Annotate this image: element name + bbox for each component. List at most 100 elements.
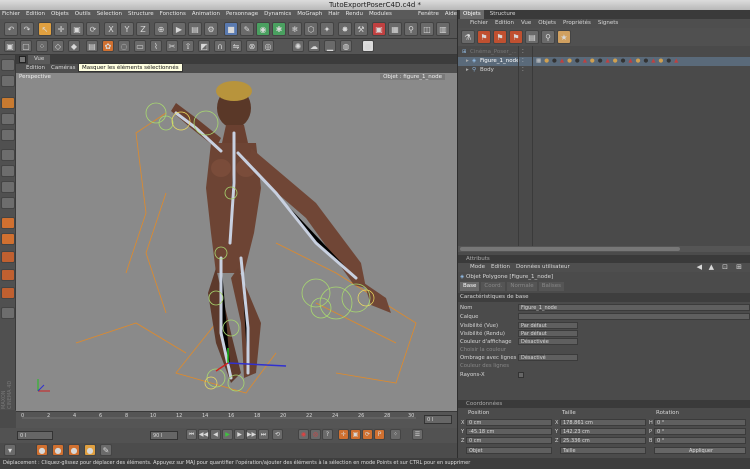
selection-tag-icon[interactable]: ▲	[606, 57, 610, 66]
scale-icon[interactable]: ▣	[70, 22, 84, 36]
menu-animation[interactable]: Animation	[192, 10, 220, 19]
viewport-menu-edition[interactable]: Edition	[26, 64, 45, 73]
material-tag-icon[interactable]: ●	[621, 57, 626, 66]
material-tag-icon[interactable]: ●	[636, 57, 641, 66]
size-z-field[interactable]: 25.336 cm	[560, 437, 646, 444]
visibility-dots-icon[interactable]: ⁚	[522, 66, 524, 75]
material-tag-icon[interactable]: ●	[567, 57, 572, 66]
view-single-icon[interactable]	[1, 59, 15, 71]
material-tag-icon[interactable]: ●	[659, 57, 664, 66]
tab-coord[interactable]: Coord.	[481, 282, 506, 291]
size-y-field[interactable]: 142.23 cm	[560, 428, 646, 435]
magnet-icon[interactable]: ∩	[214, 40, 226, 52]
lasso-select-icon[interactable]: ⌇	[150, 40, 162, 52]
snap-icon[interactable]: ⚲	[404, 22, 418, 36]
position-y-field[interactable]: -45.18 cm	[466, 428, 552, 435]
menu-fenetre[interactable]: Fenêtre	[418, 10, 439, 19]
keyframe-sel-icon[interactable]: ?	[322, 429, 333, 440]
bookmark-icon[interactable]: ★	[557, 30, 571, 44]
menu-mograph[interactable]: MoGraph	[297, 10, 322, 19]
brush-icon[interactable]	[1, 251, 15, 263]
object-list[interactable]: ⊞ Cinéma_Poser_... ⁚ ▸ ◈ Figure_1_node ⁚…	[458, 46, 750, 246]
tag-icon[interactable]: ⚑	[477, 30, 491, 44]
prev-frame-icon[interactable]: ◀	[210, 429, 221, 440]
make-editable-icon[interactable]	[1, 97, 15, 109]
selection-tag-icon[interactable]: ▲	[583, 57, 587, 66]
redo-icon[interactable]: ↷	[20, 22, 34, 36]
menu-hair[interactable]: Hair	[328, 10, 339, 19]
material-tag-icon[interactable]: ●	[643, 57, 648, 66]
workplane-tool-icon[interactable]	[1, 197, 15, 209]
render-view-icon[interactable]: ▶	[172, 22, 186, 36]
menu-outils[interactable]: Outils	[75, 10, 91, 19]
object-mode-icon[interactable]: ▢	[20, 40, 32, 52]
size-x-field[interactable]: 178.861 cm	[560, 419, 646, 426]
horizontal-scrollbar[interactable]	[458, 246, 750, 252]
bone-icon[interactable]: ⚒	[354, 22, 368, 36]
point-mode-icon[interactable]: ⁘	[36, 40, 48, 52]
rotation-p-field[interactable]: 0 °	[654, 428, 746, 435]
loop-icon[interactable]: ⟲	[272, 429, 283, 440]
material-edit-icon[interactable]: ✎	[100, 444, 112, 456]
layout-icon[interactable]: ▦	[388, 22, 402, 36]
menu-objets[interactable]: Objets	[51, 10, 69, 19]
subdivision-icon[interactable]: ◉	[256, 22, 270, 36]
attr-menu-mode[interactable]: Mode	[470, 263, 485, 272]
up-arrow-icon[interactable]: ▲	[709, 263, 714, 271]
extrude-icon[interactable]: ⇧	[182, 40, 194, 52]
texture-mode-icon[interactable]: ▤	[86, 40, 98, 52]
tweak-icon[interactable]	[1, 129, 15, 141]
tab-base[interactable]: Base	[460, 282, 480, 291]
menu-rendu[interactable]: Rendu	[346, 10, 363, 19]
tab-balises[interactable]: Balises	[538, 282, 565, 291]
grid-icon[interactable]: ▥	[436, 22, 450, 36]
menu-fonctions[interactable]: Fonctions	[160, 10, 186, 19]
rect-select-icon[interactable]: ▭	[134, 40, 146, 52]
render-settings-icon[interactable]: ⚙	[204, 22, 218, 36]
3d-viewport[interactable]: Perspective Objet : figure_1_node	[16, 73, 457, 411]
checker-icon[interactable]	[1, 181, 15, 193]
record-icon[interactable]: ◉	[298, 429, 309, 440]
cube-icon[interactable]: ■	[224, 22, 238, 36]
key-param-icon[interactable]: P	[374, 429, 385, 440]
end-frame-field[interactable]: 90 I	[150, 431, 178, 440]
new-panel-icon[interactable]: ⊞	[736, 263, 742, 271]
tab-normale[interactable]: Normale	[507, 282, 537, 291]
layer-icon[interactable]: ▤	[525, 30, 539, 44]
key-pos-icon[interactable]: ✛	[338, 429, 349, 440]
tab-structure[interactable]: Structure	[487, 10, 519, 19]
material-tag-icon[interactable]: ●	[598, 57, 603, 66]
stop-icon[interactable]: ▣	[372, 22, 386, 36]
obj-menu-vue[interactable]: Vue	[521, 19, 531, 28]
back-arrow-icon[interactable]: ◀	[697, 263, 702, 271]
visibility-dots-icon[interactable]: ⁚	[522, 57, 524, 66]
material-create-icon[interactable]: ▾	[4, 444, 16, 456]
axis-icon[interactable]	[1, 113, 15, 125]
material-tag-icon[interactable]: ●	[575, 57, 580, 66]
rotation-b-field[interactable]: 0 °	[654, 437, 746, 444]
floor-icon[interactable]: ▁	[324, 40, 336, 52]
name-field[interactable]: Figure_1_node	[518, 304, 750, 311]
position-x-field[interactable]: 0 cm	[466, 419, 552, 426]
weld-icon[interactable]: ⊗	[246, 40, 258, 52]
menu-edition[interactable]: Edition	[26, 10, 45, 19]
key-scale-icon[interactable]: ▣	[350, 429, 361, 440]
obj-menu-fichier[interactable]: Fichier	[470, 19, 488, 28]
menu-structure[interactable]: Structure	[128, 10, 154, 19]
material-preview-icon[interactable]: ●	[52, 444, 64, 456]
environment-icon[interactable]: ◍	[340, 40, 352, 52]
key-pla-icon[interactable]: ⁘	[390, 429, 401, 440]
position-z-field[interactable]: 0 cm	[466, 437, 552, 444]
selection-tag-icon[interactable]: ▲	[651, 57, 655, 66]
lock-icon[interactable]: ⊡	[722, 263, 728, 271]
knife-icon[interactable]: ✂	[166, 40, 178, 52]
expand-arrow-icon[interactable]: ▸	[466, 66, 469, 75]
scene-icon[interactable]: ⬡	[304, 22, 318, 36]
visibility-render-select[interactable]: Par défaut	[518, 330, 578, 337]
menu-personnage[interactable]: Personnage	[226, 10, 258, 19]
obj-menu-objets[interactable]: Objets	[538, 19, 556, 28]
grid-tool-icon[interactable]	[1, 307, 15, 319]
move-icon[interactable]: ✛	[54, 22, 68, 36]
workplane-icon[interactable]: ◫	[420, 22, 434, 36]
filter-icon[interactable]: ⚗	[461, 30, 475, 44]
